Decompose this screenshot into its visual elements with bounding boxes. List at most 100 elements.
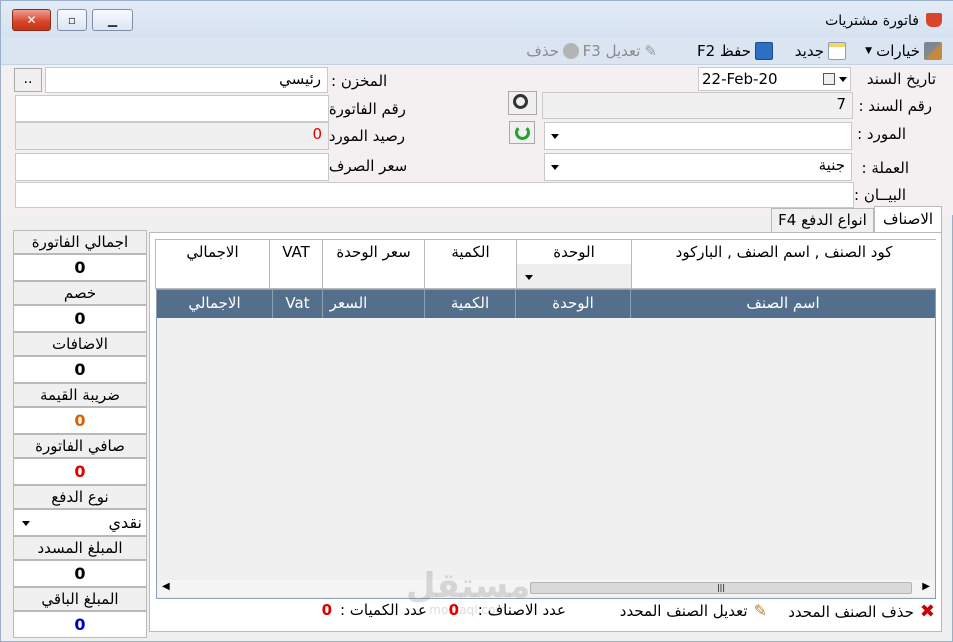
supplier-select[interactable] — [544, 122, 852, 150]
search-button[interactable] — [508, 91, 537, 115]
invoice-total-value: 0 — [13, 254, 147, 281]
entry-price-input[interactable] — [323, 264, 425, 288]
entry-header: كود الصنف , اسم الصنف , الباركود الوحدة … — [155, 239, 936, 265]
qty-count-value: 0 — [321, 601, 332, 619]
window-title: فاتورة مشتريات — [825, 13, 919, 29]
exchange-rate-field[interactable] — [15, 153, 329, 181]
basket-icon — [926, 13, 942, 27]
dropdown-arrow-icon: ▼ — [865, 46, 873, 56]
net-value: 0 — [13, 458, 147, 485]
payment-type-value: نقدي — [108, 513, 142, 532]
horizontal-scrollbar[interactable]: ◀ ||| ▶ — [159, 580, 933, 596]
store-browse-button[interactable]: .. — [14, 68, 42, 92]
entry-vat-input[interactable] — [270, 264, 323, 288]
additions-field[interactable]: 0 — [13, 356, 147, 383]
entry-header-qty: الكمية — [425, 240, 517, 265]
save-label: حفظ F2 — [696, 42, 751, 60]
totals-panel: اجمالي الفاتورة 0 خصم 0 الاضافات 0 ضريبة… — [13, 230, 147, 638]
entry-header-total: الاجمالي — [156, 240, 270, 265]
statement-field[interactable] — [15, 182, 854, 208]
scroll-left-arrow-icon: ◀ — [162, 581, 170, 592]
currency-select[interactable]: جنية — [544, 153, 852, 181]
edit-button[interactable]: ✎ تعديل F3 — [583, 41, 657, 61]
statement-label: البيــان : — [854, 186, 906, 204]
purchase-invoice-window: ✕ ▫ ▁ فاتورة مشتريات خيارات ▼ جديد حفظ F… — [0, 0, 953, 642]
items-grid[interactable]: اسم الصنف الوحدة الكمية السعر Vat الاجما… — [156, 289, 936, 599]
paid-field[interactable]: 0 — [13, 560, 147, 587]
delete-item-button[interactable]: ✖ حذف الصنف المحدد — [788, 601, 935, 622]
doc-no-field[interactable]: 7 — [542, 92, 853, 119]
chevron-down-icon — [551, 165, 559, 170]
minimize-button[interactable]: ▁ — [92, 9, 133, 31]
refresh-button[interactable] — [509, 121, 535, 144]
delete-button[interactable]: حذف — [526, 41, 579, 61]
chevron-down-icon — [839, 77, 847, 82]
options-menu[interactable]: خيارات ▼ — [865, 41, 942, 61]
options-label: خيارات — [876, 42, 920, 60]
store-field[interactable]: رئيسي — [45, 67, 328, 93]
additions-label: الاضافات — [13, 332, 147, 356]
entry-code-input[interactable] — [632, 264, 936, 288]
refresh-icon — [515, 125, 530, 140]
watermark-text: مستقل — [406, 566, 531, 606]
close-button[interactable]: ✕ — [12, 9, 51, 31]
doc-date-label: تاريخ السند — [866, 70, 936, 88]
chevron-down-icon — [551, 134, 559, 139]
title-bar: ✕ ▫ ▁ فاتورة مشتريات — [1, 1, 953, 37]
pencil-icon: ✎ — [644, 42, 657, 60]
discount-field[interactable]: 0 — [13, 305, 147, 332]
payment-type-select[interactable]: نقدي — [13, 509, 147, 536]
chevron-down-icon — [525, 275, 533, 280]
items-count-label: عدد الاصناف : — [477, 601, 566, 619]
grid-header-qty: الكمية — [425, 290, 516, 318]
entry-row — [155, 264, 936, 289]
currency-value: جنية — [818, 156, 845, 174]
new-button[interactable]: جديد — [795, 41, 846, 61]
calendar-icon — [823, 73, 835, 85]
edit-item-button[interactable]: ✎ تعديل الصنف المحدد — [620, 601, 767, 620]
entry-unit-select[interactable] — [517, 264, 632, 288]
save-button[interactable]: حفظ F2 — [697, 41, 773, 61]
items-count-value: 0 — [448, 601, 459, 619]
tax-value: 0 — [13, 407, 147, 434]
status-bar: ✖ حذف الصنف المحدد ✎ تعديل الصنف المحدد … — [167, 599, 937, 625]
currency-label: العملة : — [861, 159, 909, 177]
entry-qty-input[interactable] — [425, 264, 517, 288]
doc-date-value: 22-Feb-20 — [702, 70, 778, 88]
delete-item-label: حذف الصنف المحدد — [788, 602, 914, 621]
discount-label: خصم — [13, 281, 147, 305]
search-icon — [513, 94, 528, 109]
entry-header-vat: VAT — [270, 240, 323, 265]
tools-icon — [924, 42, 942, 60]
tab-items[interactable]: الاصناف — [874, 206, 942, 233]
invoice-total-label: اجمالي الفاتورة — [13, 230, 147, 254]
entry-total-input[interactable] — [156, 264, 270, 288]
invoice-no-field[interactable] — [15, 95, 329, 122]
maximize-button[interactable]: ▫ — [57, 9, 87, 31]
supplier-balance-field: 0 — [15, 122, 329, 150]
grid-header-vat: Vat — [273, 290, 323, 318]
payment-type-label: نوع الدفع — [13, 485, 147, 509]
delete-label: حذف — [526, 42, 559, 60]
entry-header-unit-price: سعر الوحدة — [323, 240, 425, 265]
new-document-icon — [828, 42, 846, 60]
paid-label: المبلغ المسدد — [13, 536, 147, 560]
edit-item-label: تعديل الصنف المحدد — [619, 601, 748, 620]
tax-label: ضريبة القيمة — [13, 383, 147, 407]
grid-header-total: الاجمالي — [157, 290, 273, 318]
minus-circle-icon — [563, 43, 579, 59]
store-label: المخزن : — [331, 72, 388, 90]
tab-payment-types[interactable]: انواع الدفع F4 — [771, 208, 874, 233]
exchange-rate-label: سعر الصرف : — [319, 157, 408, 175]
qty-count-label: عدد الكميات : — [339, 601, 427, 619]
toolbar: خيارات ▼ جديد حفظ F2 ✎ تعديل F3 حذف — [1, 37, 953, 65]
doc-no-label: رقم السند : — [858, 97, 932, 115]
items-grid-header: اسم الصنف الوحدة الكمية السعر Vat الاجما… — [157, 290, 935, 318]
doc-date-picker[interactable]: 22-Feb-20 — [698, 67, 851, 91]
supplier-balance-label: رصيد المورد : — [319, 127, 406, 145]
new-label: جديد — [794, 42, 824, 60]
entry-header-unit: الوحدة — [517, 240, 632, 265]
chevron-down-icon — [22, 521, 30, 526]
scrollbar-thumb[interactable]: ||| — [530, 582, 912, 594]
net-label: صافي الفاتورة — [13, 434, 147, 458]
